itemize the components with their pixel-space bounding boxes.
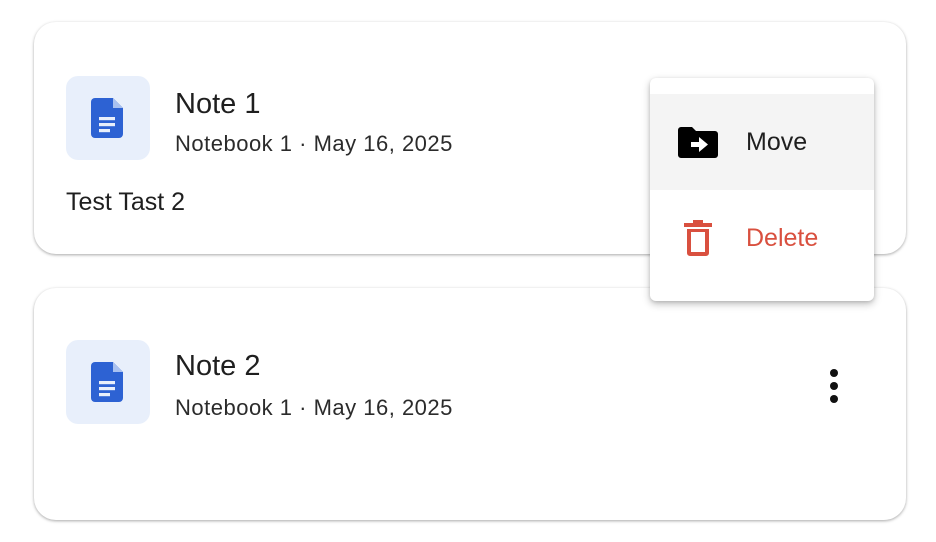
menu-item-delete[interactable]: Delete xyxy=(650,190,874,286)
note-icon-tile xyxy=(66,76,150,160)
note-body: Test Tast 2 xyxy=(66,188,186,216)
note-meta: Notebook 1 · May 16, 2025 xyxy=(175,131,453,156)
folder-move-icon xyxy=(676,122,720,162)
note-title: Note 2 xyxy=(175,350,261,382)
menu-item-move[interactable]: Move xyxy=(650,94,874,190)
more-options-button[interactable] xyxy=(810,362,858,410)
note-meta: Notebook 1 · May 16, 2025 xyxy=(175,395,453,420)
note-card-2[interactable]: Note 2 Notebook 1 · May 16, 2025 xyxy=(34,288,906,520)
context-menu: Move Delete xyxy=(650,78,874,301)
note-title: Note 1 xyxy=(175,88,261,120)
document-icon xyxy=(91,98,123,138)
more-vert-icon xyxy=(830,369,838,403)
trash-icon xyxy=(676,218,720,258)
menu-item-label: Move xyxy=(746,128,808,156)
document-icon xyxy=(91,362,123,402)
note-icon-tile xyxy=(66,340,150,424)
menu-item-label: Delete xyxy=(746,224,819,252)
